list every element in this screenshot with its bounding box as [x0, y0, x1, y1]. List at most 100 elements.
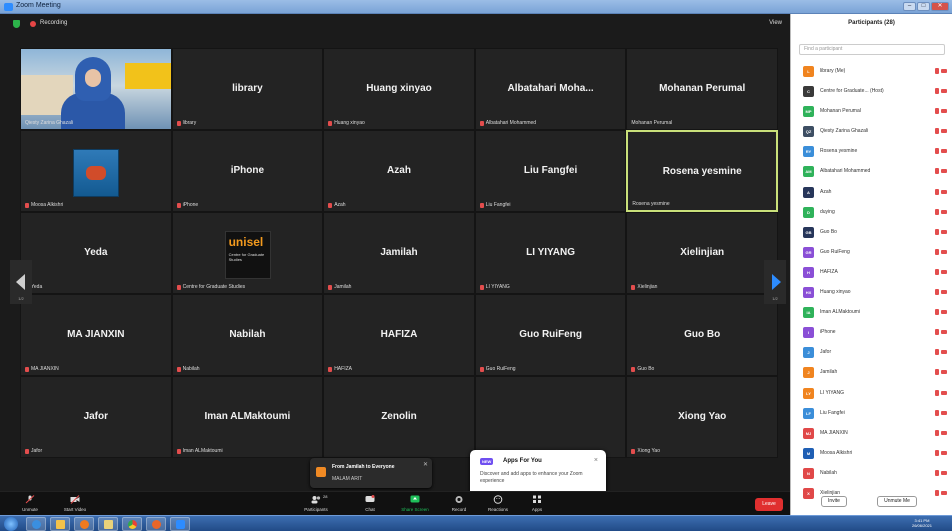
- leave-meeting-button[interactable]: Leave: [755, 498, 783, 511]
- video-tile[interactable]: MA JIANXIN MA JIANXIN: [20, 294, 172, 376]
- tile-display-name: iPhone: [230, 165, 265, 176]
- start-button[interactable]: [4, 517, 18, 531]
- share-screen-button[interactable]: Share Screen: [395, 492, 435, 516]
- participant-row[interactable]: H HAFIZA: [791, 263, 952, 283]
- video-tile[interactable]: Zenolin: [323, 376, 475, 458]
- view-button[interactable]: View: [769, 20, 782, 26]
- video-tile[interactable]: Iman ALMaktoumi Iman ALMaktoumi: [171, 376, 324, 458]
- participant-row[interactable]: L library (Me): [791, 62, 952, 82]
- tile-name-label: Albatahari Mohammed: [485, 120, 537, 126]
- participant-row[interactable]: A Azah: [791, 183, 952, 203]
- mic-muted-icon: [328, 120, 333, 126]
- mic-muted-icon: [935, 248, 939, 255]
- video-tile[interactable]: Jafor Jafor: [20, 376, 172, 458]
- video-tile[interactable]: Nabilah Nabilah: [171, 294, 324, 376]
- participant-avatar: GR: [803, 246, 814, 258]
- participant-avatar: QZ: [803, 126, 814, 138]
- maximize-button[interactable]: □: [917, 2, 930, 11]
- participant-name: duying: [820, 208, 835, 215]
- participant-row[interactable]: GR Guo RuiFeng: [791, 243, 952, 263]
- close-window-button[interactable]: ✕: [931, 2, 949, 11]
- apps-button[interactable]: Apps: [517, 492, 557, 516]
- reactions-button[interactable]: Reactions: [478, 492, 518, 516]
- system-clock[interactable]: 3:41 PM 26/06/2021: [912, 518, 932, 528]
- taskbar-ie-button[interactable]: [26, 517, 46, 531]
- record-icon: [455, 496, 463, 503]
- recording-label[interactable]: Recording: [40, 20, 67, 26]
- invite-button[interactable]: Invite: [821, 496, 847, 507]
- chat-notification[interactable]: From Jamilah to Everyone MALAM ARIT ✕: [310, 458, 432, 488]
- apps-popup-body: Discover and add apps to enhance your Zo…: [480, 471, 583, 484]
- video-tile[interactable]: Albatahari Moha... Albatahari Mohammed: [474, 48, 627, 130]
- video-tile[interactable]: Liu Fangfei Liu Fangfei: [474, 130, 627, 212]
- chevron-right-icon: [772, 274, 781, 290]
- participant-row[interactable]: C Centre for Graduate... (Host): [791, 82, 952, 102]
- participant-row[interactable]: RY Rosena yesmine: [791, 142, 952, 162]
- participant-row[interactable]: D duying: [791, 203, 952, 223]
- video-tile[interactable]: iPhone iPhone: [171, 130, 324, 212]
- participant-row[interactable]: MJ MA JIANXIN: [791, 424, 952, 444]
- tile-name-tag: Qiesty Zarina Ghazali: [25, 120, 73, 126]
- video-tile[interactable]: Rosena yesmine Rosena yesmine: [626, 130, 778, 212]
- unmute-button[interactable]: Unmute: [10, 492, 50, 516]
- taskbar-media-button[interactable]: [74, 517, 94, 531]
- participant-row[interactable]: J Jafor: [791, 343, 952, 363]
- video-tile[interactable]: Mohanan Perumal Mohanan Perumal: [626, 48, 778, 130]
- video-tile[interactable]: Guo RuiFeng Guo RuiFeng: [474, 294, 627, 376]
- video-tile[interactable]: Huang xinyao Huang xinyao: [323, 48, 475, 130]
- participants-icon: [311, 496, 321, 504]
- chat-toast-close-button[interactable]: ✕: [423, 461, 428, 468]
- start-video-button[interactable]: Start Video: [55, 492, 95, 516]
- participant-row[interactable]: J Jamilah: [791, 363, 952, 383]
- security-shield-icon[interactable]: [13, 20, 20, 28]
- taskbar-zoom-button[interactable]: [170, 517, 190, 531]
- participant-row[interactable]: N Nabilah: [791, 464, 952, 484]
- tile-display-name: Albatahari Moha...: [507, 83, 594, 94]
- participant-row[interactable]: HX Huang xinyao: [791, 283, 952, 303]
- participants-button[interactable]: Participants 28: [296, 492, 336, 516]
- video-tile[interactable]: HAFIZA HAFIZA: [323, 294, 475, 376]
- record-button[interactable]: Record: [439, 492, 479, 516]
- mic-muted-icon: [631, 284, 636, 290]
- video-tile[interactable]: Xielinjian Xielinjian: [626, 212, 778, 294]
- video-tile[interactable]: Xiong Yao Xiong Yao: [626, 376, 778, 458]
- participant-name: MA JIANXIN: [820, 429, 848, 436]
- participant-row[interactable]: IA Iman ALMaktoumi: [791, 303, 952, 323]
- participant-avatar: M: [803, 447, 814, 459]
- participant-row[interactable]: AM Albatahari Mohammed: [791, 162, 952, 182]
- video-tile[interactable]: Qiesty Zarina Ghazali: [20, 48, 172, 130]
- taskbar-chrome-button[interactable]: [122, 517, 142, 531]
- video-tile[interactable]: library library: [171, 48, 324, 130]
- participant-row[interactable]: I iPhone: [791, 323, 952, 343]
- participant-row[interactable]: LY LI YIYANG: [791, 384, 952, 404]
- participant-row[interactable]: GB Guo Bo: [791, 223, 952, 243]
- taskbar-files-button[interactable]: [98, 517, 118, 531]
- participant-row[interactable]: M Moosa Alkishri: [791, 444, 952, 464]
- video-tile[interactable]: Guo Bo Guo Bo: [626, 294, 778, 376]
- participant-search-input[interactable]: Find a participant: [799, 44, 945, 55]
- prev-page-arrow[interactable]: 1/2: [10, 260, 32, 304]
- participant-row[interactable]: LF Liu Fangfei: [791, 404, 952, 424]
- person-head: [75, 57, 111, 101]
- participant-name: Iman ALMaktoumi: [820, 309, 861, 316]
- participant-row[interactable]: QZ Qiesty Zarina Ghazali: [791, 122, 952, 142]
- video-tile[interactable]: Moosa Alkishri: [20, 130, 172, 212]
- video-tile[interactable]: [474, 376, 627, 458]
- tile-name-tag: MA JIANXIN: [25, 366, 59, 372]
- taskbar-explorer-button[interactable]: [50, 517, 70, 531]
- apps-popup-close-button[interactable]: ×: [594, 457, 598, 464]
- video-tile[interactable]: Jamilah Jamilah: [323, 212, 475, 294]
- minimize-button[interactable]: –: [903, 2, 916, 11]
- next-page-arrow[interactable]: 1/2: [764, 260, 786, 304]
- participant-avatar: N: [803, 467, 814, 479]
- taskbar-firefox-button[interactable]: [146, 517, 166, 531]
- chat-button[interactable]: Chat: [350, 492, 390, 516]
- unmute-me-button[interactable]: Unmute Me: [877, 496, 917, 507]
- video-tile[interactable]: unisel Centre for Graduate Studies Centre …: [171, 212, 324, 294]
- tile-display-name: Azah: [387, 165, 411, 176]
- video-tile[interactable]: Azah Azah: [323, 130, 475, 212]
- video-tile[interactable]: LI YIYANG LI YIYANG: [474, 212, 627, 294]
- video-tile[interactable]: Yeda Yeda: [20, 212, 172, 294]
- participant-row[interactable]: MP Mohanan Perumal: [791, 102, 952, 122]
- windows-taskbar: 3:41 PM 26/06/2021: [0, 515, 952, 531]
